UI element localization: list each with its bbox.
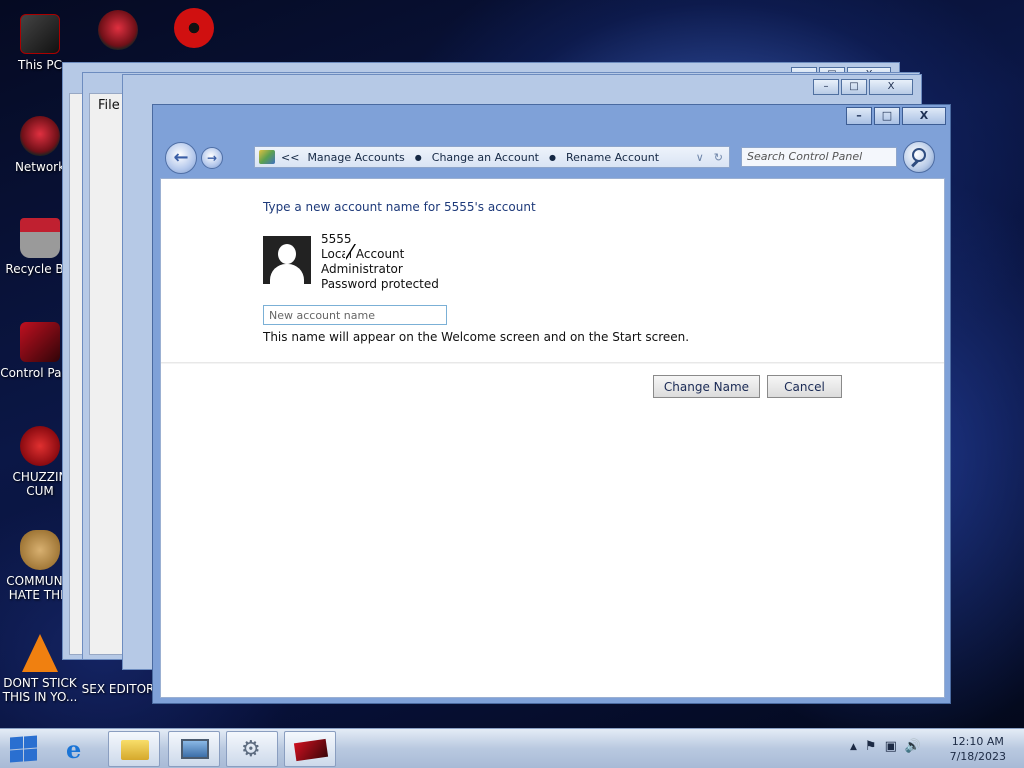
cancel-button[interactable]: Cancel <box>767 375 842 398</box>
money-bag-icon <box>20 530 60 570</box>
maximize-button[interactable]: □ <box>874 107 900 125</box>
taskbar-internet-explorer[interactable]: e <box>52 731 104 767</box>
back-button[interactable]: ← <box>165 142 197 174</box>
breadcrumb-manage-accounts[interactable]: Manage Accounts <box>307 151 404 164</box>
new-account-name-input[interactable] <box>263 305 447 325</box>
close-button[interactable]: X <box>902 107 946 125</box>
account-role: Administrator <box>321 262 403 276</box>
caption-buttons: – □ X <box>846 107 946 125</box>
red-app-icon <box>293 738 329 762</box>
network-icon <box>20 116 60 156</box>
page-prompt: Type a new account name for 5555's accou… <box>263 200 536 214</box>
control-panel-icon <box>259 150 275 164</box>
desktop-icon-label: SEX EDITOR <box>81 682 155 696</box>
network-icon[interactable]: ▣ <box>885 739 897 754</box>
taskbar-red-app[interactable] <box>284 731 336 767</box>
chevron-down-icon[interactable]: ∨ <box>696 151 704 164</box>
name-hint: This name will appear on the Welcome scr… <box>263 330 690 344</box>
user-avatar-icon <box>263 236 311 284</box>
bg-close-button[interactable]: X <box>869 79 913 95</box>
clock-time: 12:10 AM <box>951 735 1004 748</box>
control-panel-icon <box>20 322 60 362</box>
breadcrumb-rename-account[interactable]: Rename Account <box>566 151 659 164</box>
traffic-cone-icon <box>22 634 58 672</box>
taskbar-file-explorer[interactable] <box>108 731 160 767</box>
minimize-button[interactable]: – <box>846 107 872 125</box>
breadcrumb-overflow[interactable]: << <box>281 151 299 164</box>
taskbar-control-panel[interactable]: ⚙ <box>226 731 278 767</box>
bg-maximize-button[interactable]: □ <box>841 79 867 95</box>
rename-account-window[interactable]: – □ X ← → << Manage Accounts ● Change an… <box>152 104 951 704</box>
content-pane: Type a new account name for 5555's accou… <box>160 178 945 698</box>
mouse-cursor-icon <box>345 243 355 259</box>
chevron-up-icon[interactable]: ▲ <box>850 739 857 754</box>
forward-button[interactable]: → <box>201 147 223 169</box>
desktop-icon-label: Network <box>14 160 66 174</box>
search-input[interactable]: Search Control Panel <box>741 147 897 167</box>
bg-minimize-button[interactable]: – <box>813 79 839 95</box>
fluffy-creature-icon <box>20 426 60 466</box>
desktop-icon-radiation[interactable] <box>154 8 234 52</box>
desktop-icon-label: DONT STICK THIS IN YO... <box>2 676 78 704</box>
computer-icon <box>20 14 60 54</box>
folder-icon <box>121 740 149 760</box>
clock-date: 7/18/2023 <box>949 750 1006 763</box>
desktop-icon-sex-editor[interactable]: SEX EDITOR <box>78 682 158 696</box>
search-icon <box>912 148 926 162</box>
address-controls: ∨ ↻ <box>696 151 729 164</box>
volume-icon[interactable]: 🔊 <box>905 739 921 754</box>
monitor-icon <box>181 739 209 759</box>
breadcrumb-separator-icon[interactable]: ● <box>415 153 422 162</box>
address-bar[interactable]: << Manage Accounts ● Change an Account ●… <box>254 146 730 168</box>
recycle-bin-icon <box>20 218 60 258</box>
red-orb-icon <box>98 10 138 50</box>
taskbar: e ⚙ ▲ ⚑ ▣ 🔊 12:10 AM 7/18/2023 <box>0 728 1024 768</box>
start-button[interactable] <box>8 735 38 763</box>
search-button[interactable] <box>903 141 935 173</box>
arrow-right-icon: → <box>206 151 218 165</box>
clock[interactable]: 12:10 AM 7/18/2023 <box>950 734 1006 764</box>
menu-file[interactable]: File <box>98 98 120 113</box>
radiation-icon <box>174 8 214 48</box>
windows-logo-icon <box>10 736 23 750</box>
breadcrumb-change-account[interactable]: Change an Account <box>432 151 539 164</box>
refresh-icon[interactable]: ↻ <box>714 151 723 164</box>
desktop-icon-label: This PC <box>18 58 62 72</box>
change-name-button[interactable]: Change Name <box>653 375 760 398</box>
account-protection: Password protected <box>321 277 439 291</box>
divider <box>161 362 944 364</box>
gear-icon: ⚙ <box>241 737 261 762</box>
desktop-icon-label: CHUZZIN CUM <box>12 470 68 498</box>
system-tray: ▲ ⚑ ▣ 🔊 <box>850 739 921 754</box>
breadcrumb-separator-icon[interactable]: ● <box>549 153 556 162</box>
flag-icon[interactable]: ⚑ <box>865 739 877 754</box>
account-type: Local Account <box>321 247 405 261</box>
internet-explorer-icon: e <box>66 735 82 764</box>
taskbar-performance-monitor[interactable] <box>168 731 220 767</box>
arrow-left-icon: ← <box>173 147 189 168</box>
desktop-icon-app-red[interactable] <box>78 10 158 54</box>
